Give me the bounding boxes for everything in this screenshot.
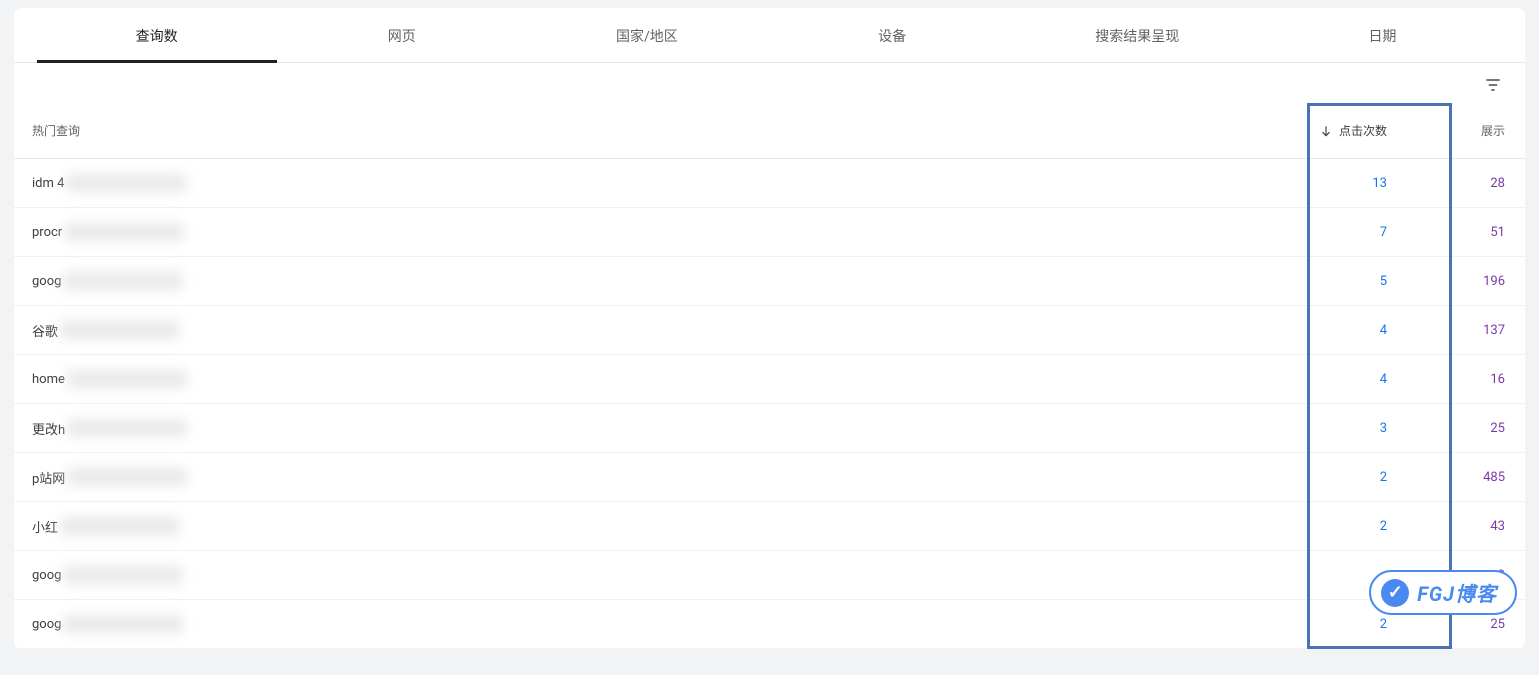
- tab-label: 查询数: [136, 29, 178, 45]
- impressions-cell: 485: [1417, 470, 1513, 485]
- impressions-cell: 16: [1417, 372, 1513, 387]
- clicks-cell: 2: [1281, 470, 1417, 485]
- redacted-text: [60, 321, 180, 339]
- header-label: 点击次数: [1339, 122, 1387, 139]
- tab-pages[interactable]: 网页: [279, 8, 524, 62]
- clicks-cell: 2: [1281, 617, 1417, 632]
- query-cell: procr: [26, 223, 1281, 241]
- header-label: 展示: [1481, 124, 1505, 138]
- tab-countries[interactable]: 国家/地区: [524, 8, 769, 62]
- watermark-check-icon: ✓: [1381, 579, 1409, 607]
- redacted-text: [63, 615, 183, 633]
- dimension-tabs: 查询数 网页 国家/地区 设备 搜索结果呈现 日期: [14, 8, 1525, 63]
- table-row[interactable]: idm 4 13 28: [14, 159, 1525, 208]
- tab-label: 设备: [878, 29, 906, 45]
- tab-label: 搜索结果呈现: [1095, 29, 1179, 45]
- query-cell: goog: [26, 615, 1281, 633]
- tab-devices[interactable]: 设备: [770, 8, 1015, 62]
- query-text: goog: [32, 274, 61, 289]
- table-row[interactable]: goog 9: [14, 551, 1525, 600]
- query-text: procr: [32, 225, 62, 240]
- impressions-cell: 51: [1417, 225, 1513, 240]
- query-cell: p站网: [26, 468, 1281, 487]
- tab-search-appearance[interactable]: 搜索结果呈现: [1015, 8, 1260, 62]
- column-header-clicks[interactable]: 点击次数: [1281, 122, 1417, 139]
- impressions-cell: 43: [1417, 519, 1513, 534]
- impressions-cell: 137: [1417, 323, 1513, 338]
- redacted-text: [60, 517, 180, 535]
- clicks-cell: 3: [1281, 421, 1417, 436]
- clicks-cell: 2: [1281, 519, 1417, 534]
- redacted-text: [67, 419, 187, 437]
- query-cell: 谷歌: [26, 321, 1281, 340]
- watermark-text: FGJ博客: [1417, 578, 1497, 607]
- query-cell: 更改h: [26, 419, 1281, 438]
- table-row[interactable]: goog 5 196: [14, 257, 1525, 306]
- column-header-impressions[interactable]: 展示: [1417, 122, 1513, 139]
- query-cell: goog: [26, 272, 1281, 290]
- clicks-cell: 4: [1281, 372, 1417, 387]
- table-header-row: 热门查询 点击次数 展示: [14, 103, 1525, 159]
- query-text: goog: [32, 617, 61, 632]
- redacted-text: [67, 468, 187, 486]
- query-cell: home: [26, 370, 1281, 388]
- filter-row: [14, 63, 1525, 103]
- filter-icon[interactable]: [1481, 73, 1505, 97]
- table-row[interactable]: 更改h 3 25: [14, 404, 1525, 453]
- query-cell: idm 4: [26, 174, 1281, 192]
- clicks-cell: 7: [1281, 225, 1417, 240]
- table-row[interactable]: procr 7 51: [14, 208, 1525, 257]
- query-text: idm 4: [32, 176, 64, 191]
- redacted-text: [67, 370, 187, 388]
- query-text: home: [32, 372, 65, 387]
- sort-descending-icon: [1319, 124, 1333, 138]
- redacted-text: [63, 272, 183, 290]
- impressions-cell: 25: [1417, 617, 1513, 632]
- clicks-cell: 13: [1281, 176, 1417, 191]
- tab-label: 日期: [1368, 29, 1396, 45]
- table-row[interactable]: goog 2 25: [14, 600, 1525, 649]
- redacted-text: [64, 223, 184, 241]
- redacted-text: [66, 174, 186, 192]
- tab-label: 网页: [388, 29, 416, 45]
- query-text: goog: [32, 568, 61, 583]
- clicks-cell: 4: [1281, 323, 1417, 338]
- impressions-cell: 25: [1417, 421, 1513, 436]
- table-row[interactable]: p站网 2 485: [14, 453, 1525, 502]
- tab-dates[interactable]: 日期: [1260, 8, 1505, 62]
- tab-queries[interactable]: 查询数: [34, 8, 279, 62]
- clicks-cell: 5: [1281, 274, 1417, 289]
- tab-label: 国家/地区: [616, 29, 678, 45]
- query-cell: 小红: [26, 517, 1281, 536]
- table-row[interactable]: home 4 16: [14, 355, 1525, 404]
- query-text: 小红: [32, 517, 58, 536]
- redacted-text: [63, 566, 183, 584]
- impressions-cell: 28: [1417, 176, 1513, 191]
- table-row[interactable]: 谷歌 4 137: [14, 306, 1525, 355]
- column-header-query[interactable]: 热门查询: [26, 122, 1281, 139]
- table-row[interactable]: 小红 2 43: [14, 502, 1525, 551]
- query-text: 谷歌: [32, 321, 58, 340]
- query-cell: goog: [26, 566, 1281, 584]
- watermark-badge: ✓ FGJ博客: [1369, 570, 1517, 615]
- query-text: 更改h: [32, 419, 65, 438]
- header-label: 热门查询: [32, 122, 80, 139]
- impressions-cell: 196: [1417, 274, 1513, 289]
- data-table: 热门查询 点击次数 展示 idm 4 13 28 procr 7 51 goog…: [14, 103, 1525, 649]
- query-text: p站网: [32, 468, 65, 487]
- main-panel: 查询数 网页 国家/地区 设备 搜索结果呈现 日期 热门查询 点击次数 展示 i…: [14, 8, 1525, 649]
